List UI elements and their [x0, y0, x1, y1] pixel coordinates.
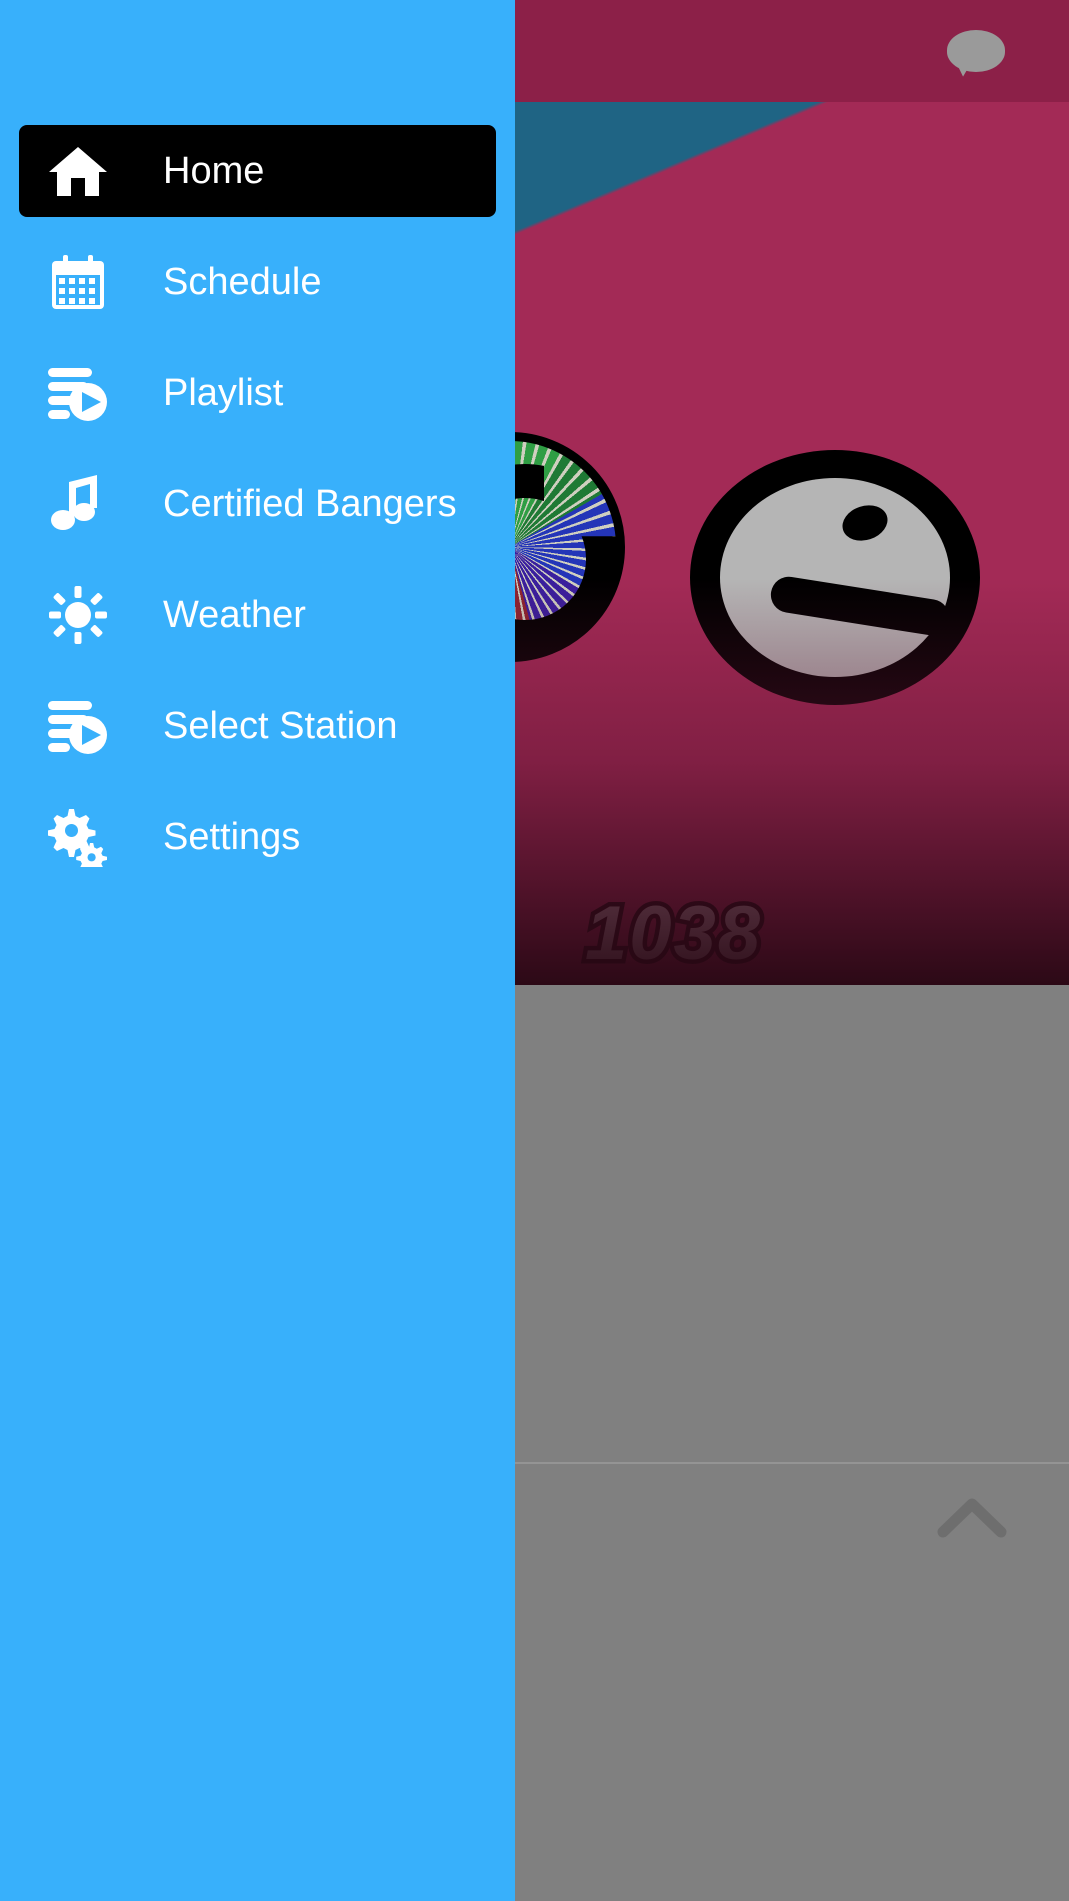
sidebar-item-schedule[interactable]: Schedule: [19, 236, 496, 328]
sidebar-item-label: Select Station: [163, 704, 398, 747]
home-icon: [43, 136, 113, 206]
chat-bubble-icon[interactable]: [947, 30, 1005, 78]
app-screen: 1038 Home: [0, 0, 1069, 1901]
calendar-icon: [43, 247, 113, 317]
gears-icon: [43, 802, 113, 872]
sidebar-item-select-station[interactable]: Select Station: [19, 680, 496, 772]
playlist-icon: [43, 691, 113, 761]
sidebar-item-label: Schedule: [163, 260, 322, 303]
sidebar-item-home[interactable]: Home: [19, 125, 496, 217]
sidebar-item-label: Weather: [163, 593, 306, 636]
sidebar-item-label: Home: [163, 149, 265, 192]
drawer-item-list: Home Schedule Playlist Certified Bangers…: [0, 125, 515, 902]
navigation-drawer: Home Schedule Playlist Certified Bangers…: [0, 0, 515, 1901]
sidebar-item-playlist[interactable]: Playlist: [19, 347, 496, 439]
sidebar-item-label: Certified Bangers: [163, 482, 457, 525]
sidebar-item-label: Playlist: [163, 371, 284, 414]
playlist-icon: [43, 358, 113, 428]
sidebar-item-label: Settings: [163, 815, 301, 858]
chat-bubble-body: [947, 30, 1005, 72]
sidebar-item-weather[interactable]: Weather: [19, 569, 496, 661]
sidebar-item-settings[interactable]: Settings: [19, 791, 496, 883]
sun-icon: [43, 580, 113, 650]
chevron-up-icon[interactable]: [937, 1490, 1007, 1544]
sidebar-item-certified-bangers[interactable]: Certified Bangers: [19, 458, 496, 550]
music-note-icon: [43, 469, 113, 539]
